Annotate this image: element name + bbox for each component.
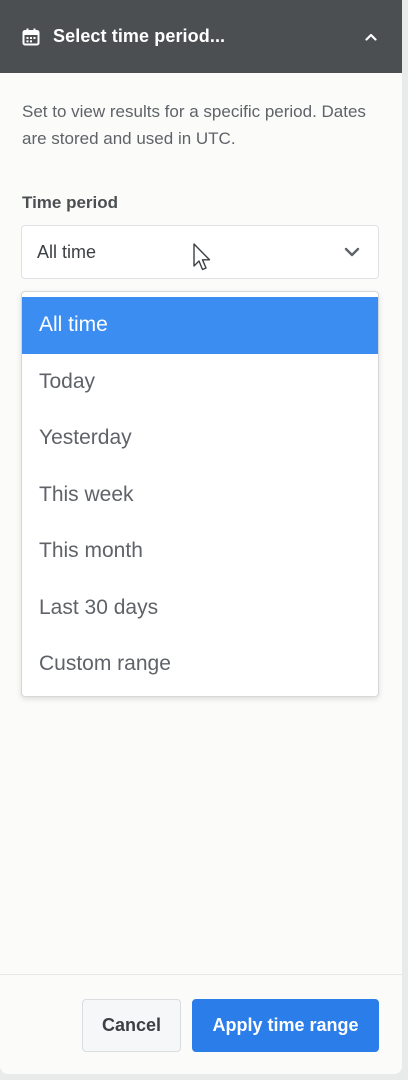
- panel-footer: Cancel Apply time range: [0, 974, 402, 1074]
- option-today[interactable]: Today: [22, 354, 378, 411]
- option-custom-range[interactable]: Custom range: [22, 636, 378, 693]
- panel-header[interactable]: Select time period...: [0, 0, 402, 73]
- option-yesterday[interactable]: Yesterday: [22, 410, 378, 467]
- chevron-down-icon: [342, 242, 362, 262]
- option-last-30-days[interactable]: Last 30 days: [22, 580, 378, 637]
- apply-time-range-button[interactable]: Apply time range: [192, 999, 379, 1052]
- time-period-label: Time period: [22, 193, 119, 212]
- cancel-button[interactable]: Cancel: [82, 999, 181, 1052]
- calendar-icon: [22, 27, 42, 47]
- option-all-time[interactable]: All time: [22, 297, 378, 354]
- mouse-pointer-icon: [193, 243, 211, 271]
- option-this-week[interactable]: This week: [22, 467, 378, 524]
- time-period-selected-value: All time: [37, 241, 97, 262]
- time-period-panel: Select time period... Set to view result…: [0, 0, 402, 1074]
- option-this-month[interactable]: This month: [22, 523, 378, 580]
- panel-description: Set to view results for a specific perio…: [22, 102, 366, 148]
- panel-title: Select time period...: [53, 26, 226, 46]
- time-period-dropdown: All time Today Yesterday This week This …: [21, 291, 379, 697]
- chevron-up-icon[interactable]: [364, 30, 378, 44]
